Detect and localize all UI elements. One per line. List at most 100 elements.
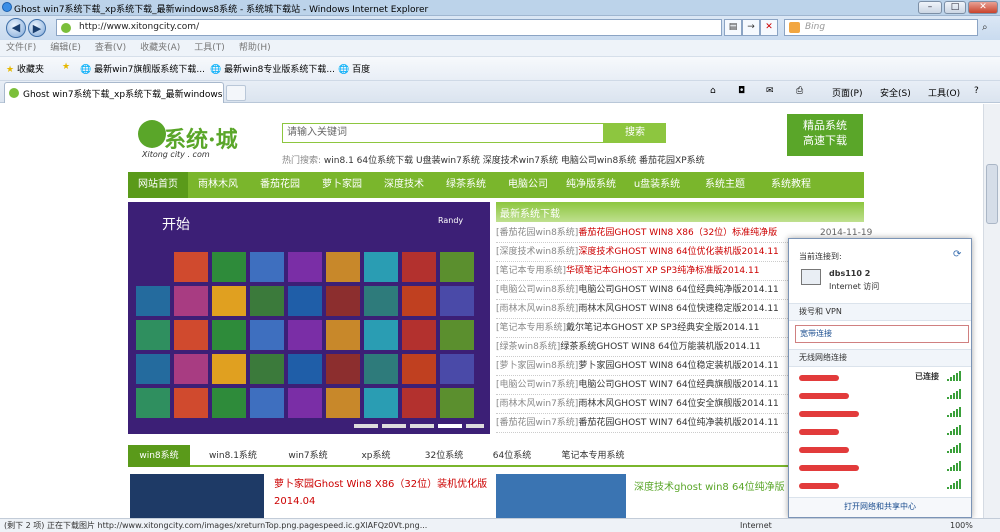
- slide-dot-2[interactable]: [382, 424, 406, 428]
- category-tab-3[interactable]: xp系统: [346, 445, 406, 467]
- site-search-button[interactable]: 搜索: [604, 123, 666, 143]
- vertical-scrollbar[interactable]: [983, 104, 1000, 518]
- wifi-network-name[interactable]: [799, 465, 859, 471]
- wifi-network-name[interactable]: [799, 483, 839, 489]
- nav-item-10[interactable]: 系统教程: [758, 172, 824, 198]
- menu-item-1[interactable]: 编辑(E): [50, 43, 81, 53]
- hot-search-3[interactable]: 电脑公司win8系统: [561, 156, 639, 166]
- banner-image[interactable]: 开始 Randy: [128, 202, 490, 434]
- nav-item-2[interactable]: 番茄花园: [248, 172, 312, 198]
- active-tab[interactable]: Ghost win7系统下载_xp系统下载_最新windows...: [4, 82, 224, 103]
- latest-category[interactable]: [绿茶win8系统]: [496, 342, 560, 352]
- nav-item-9[interactable]: 系统主题: [692, 172, 758, 198]
- wifi-network-name[interactable]: [799, 393, 849, 399]
- wireless-section[interactable]: 无线网络连接: [789, 349, 971, 367]
- scrollbar-thumb[interactable]: [986, 164, 998, 224]
- tools-menu[interactable]: 工具(O): [928, 86, 960, 99]
- latest-title-link[interactable]: 雨林木风GHOST WIN8 64位快速稳定版2014.11: [578, 304, 778, 314]
- latest-category[interactable]: [深度技术win8系统]: [496, 247, 578, 257]
- slide-dot-1[interactable]: [354, 424, 378, 428]
- wifi-network-name[interactable]: [799, 375, 839, 381]
- wifi-network-name[interactable]: [799, 429, 839, 435]
- home-icon[interactable]: ⌂: [710, 86, 716, 96]
- slide-dot-3[interactable]: [410, 424, 434, 428]
- latest-category[interactable]: [萝卜家园win8系统]: [496, 361, 578, 371]
- safety-menu[interactable]: 安全(S): [880, 86, 911, 99]
- latest-title-link[interactable]: 戴尔笔记本GHOST XP SP3经典安全版2014.11: [566, 323, 759, 333]
- favorite-item-3[interactable]: 🌐 百度: [338, 62, 370, 75]
- latest-category[interactable]: [电脑公司win8系统]: [496, 285, 578, 295]
- latest-title-link[interactable]: 电脑公司GHOST WIN8 64位经典纯净版2014.11: [578, 285, 778, 295]
- feeds-icon[interactable]: ◘: [738, 86, 745, 96]
- category-tab-4[interactable]: 32位系统: [412, 445, 476, 467]
- category-tab-6[interactable]: 笔记本专用系统: [548, 445, 638, 467]
- category-tab-1[interactable]: win8.1系统: [196, 445, 270, 467]
- category-tab-5[interactable]: 64位系统: [482, 445, 542, 467]
- nav-item-0[interactable]: 网站首页: [128, 172, 188, 198]
- nav-item-6[interactable]: 电脑公司: [496, 172, 560, 198]
- network-center-link[interactable]: 打开网络和共享中心: [789, 497, 971, 517]
- category-tab-0[interactable]: win8系统: [128, 445, 190, 467]
- latest-title-link[interactable]: 萝卜家园GHOST WIN8 64位稳定装机版2014.11: [578, 361, 778, 371]
- favorites-button[interactable]: ★ 收藏夹: [6, 62, 44, 75]
- article-2-title[interactable]: 深度技术ghost win8 64位纯净版: [634, 478, 785, 493]
- zoom-level[interactable]: 100%: [950, 519, 973, 532]
- hot-search-1[interactable]: U盘装win7系统: [416, 156, 483, 166]
- close-window-button[interactable]: ✕: [968, 1, 998, 14]
- maximize-button[interactable]: □: [944, 1, 966, 14]
- latest-category[interactable]: [笔记本专用系统]: [496, 323, 566, 333]
- latest-category[interactable]: [番茄花园win7系统]: [496, 418, 578, 428]
- refresh-icon[interactable]: ⟳: [953, 249, 961, 260]
- nav-item-8[interactable]: u盘装系统: [622, 172, 692, 198]
- nav-item-7[interactable]: 纯净版系统: [560, 172, 622, 198]
- latest-category[interactable]: [笔记本专用系统]: [496, 266, 566, 276]
- nav-item-5[interactable]: 绿茶系统: [436, 172, 496, 198]
- forward-button[interactable]: ▶: [28, 19, 46, 37]
- compat-view-icon[interactable]: ▤: [724, 19, 742, 36]
- article-1-thumbnail[interactable]: [130, 474, 264, 518]
- address-input[interactable]: http://www.xitongcity.com/: [56, 19, 722, 36]
- go-button[interactable]: →: [742, 19, 760, 36]
- print-icon[interactable]: ⎙: [796, 86, 803, 96]
- nav-item-3[interactable]: 萝卜家园: [312, 172, 372, 198]
- menu-item-3[interactable]: 收藏夹(A): [140, 43, 180, 53]
- new-tab-button[interactable]: [226, 85, 246, 101]
- mail-icon[interactable]: ✉: [766, 86, 774, 96]
- minimize-button[interactable]: –: [918, 1, 942, 14]
- nav-item-1[interactable]: 雨林木风: [188, 172, 248, 198]
- latest-title-link[interactable]: 华硕笔记本GHOST XP SP3纯净标准版2014.11: [566, 266, 759, 276]
- latest-category[interactable]: [雨林木风win7系统]: [496, 399, 578, 409]
- wifi-network-name[interactable]: [799, 447, 849, 453]
- latest-title-link[interactable]: 绿茶系统GHOST WIN8 64位万能装机版2014.11: [560, 342, 760, 352]
- menu-item-5[interactable]: 帮助(H): [239, 43, 271, 53]
- stop-button[interactable]: ✕: [760, 19, 778, 36]
- menu-item-4[interactable]: 工具(T): [194, 43, 225, 53]
- latest-title-link[interactable]: 电脑公司GHOST WIN7 64位经典旗舰版2014.11: [578, 380, 778, 390]
- slide-dot-4[interactable]: [438, 424, 462, 428]
- slide-dot-5[interactable]: [466, 424, 484, 428]
- category-tab-2[interactable]: win7系统: [276, 445, 340, 467]
- back-button[interactable]: ◀: [6, 18, 26, 38]
- article-1-title[interactable]: 萝卜家园Ghost Win8 X86（32位）装机优化版2014.04: [274, 476, 488, 510]
- nav-item-4[interactable]: 深度技术: [372, 172, 436, 198]
- hot-search-0[interactable]: win8.1 64位系统下载: [324, 156, 416, 166]
- site-search-input[interactable]: 请输入关键词: [282, 123, 604, 143]
- menu-item-2[interactable]: 查看(V): [95, 43, 126, 53]
- favorite-item-1[interactable]: 🌐 最新win7旗舰版系统下载...: [80, 62, 205, 75]
- latest-category[interactable]: [雨林木风win8系统]: [496, 304, 578, 314]
- help-icon[interactable]: ?: [974, 86, 979, 96]
- page-menu[interactable]: 页面(P): [832, 86, 862, 99]
- dialup-section[interactable]: 拨号和 VPN: [789, 303, 971, 321]
- wifi-network-name[interactable]: [799, 411, 859, 417]
- broadband-connection[interactable]: 宽带连接: [795, 325, 969, 343]
- latest-category[interactable]: [电脑公司win7系统]: [496, 380, 578, 390]
- latest-title-link[interactable]: 深度技术GHOST WIN8 64位优化装机版2014.11: [578, 247, 778, 257]
- hot-search-2[interactable]: 深度技术win7系统: [483, 156, 561, 166]
- latest-title-link[interactable]: 番茄花园GHOST WIN7 64位纯净装机版2014.11: [578, 418, 778, 428]
- latest-title-link[interactable]: 番茄花园GHOST WIN8 X86（32位）标准纯净版: [578, 228, 777, 238]
- add-favorite-icon[interactable]: ★: [62, 62, 70, 72]
- search-box[interactable]: Bing: [784, 19, 978, 36]
- latest-title-link[interactable]: 雨林木风GHOST WIN7 64位安全旗舰版2014.11: [578, 399, 778, 409]
- menu-item-0[interactable]: 文件(F): [6, 43, 36, 53]
- favorite-item-2[interactable]: 🌐 最新win8专业版系统下载...: [210, 62, 335, 75]
